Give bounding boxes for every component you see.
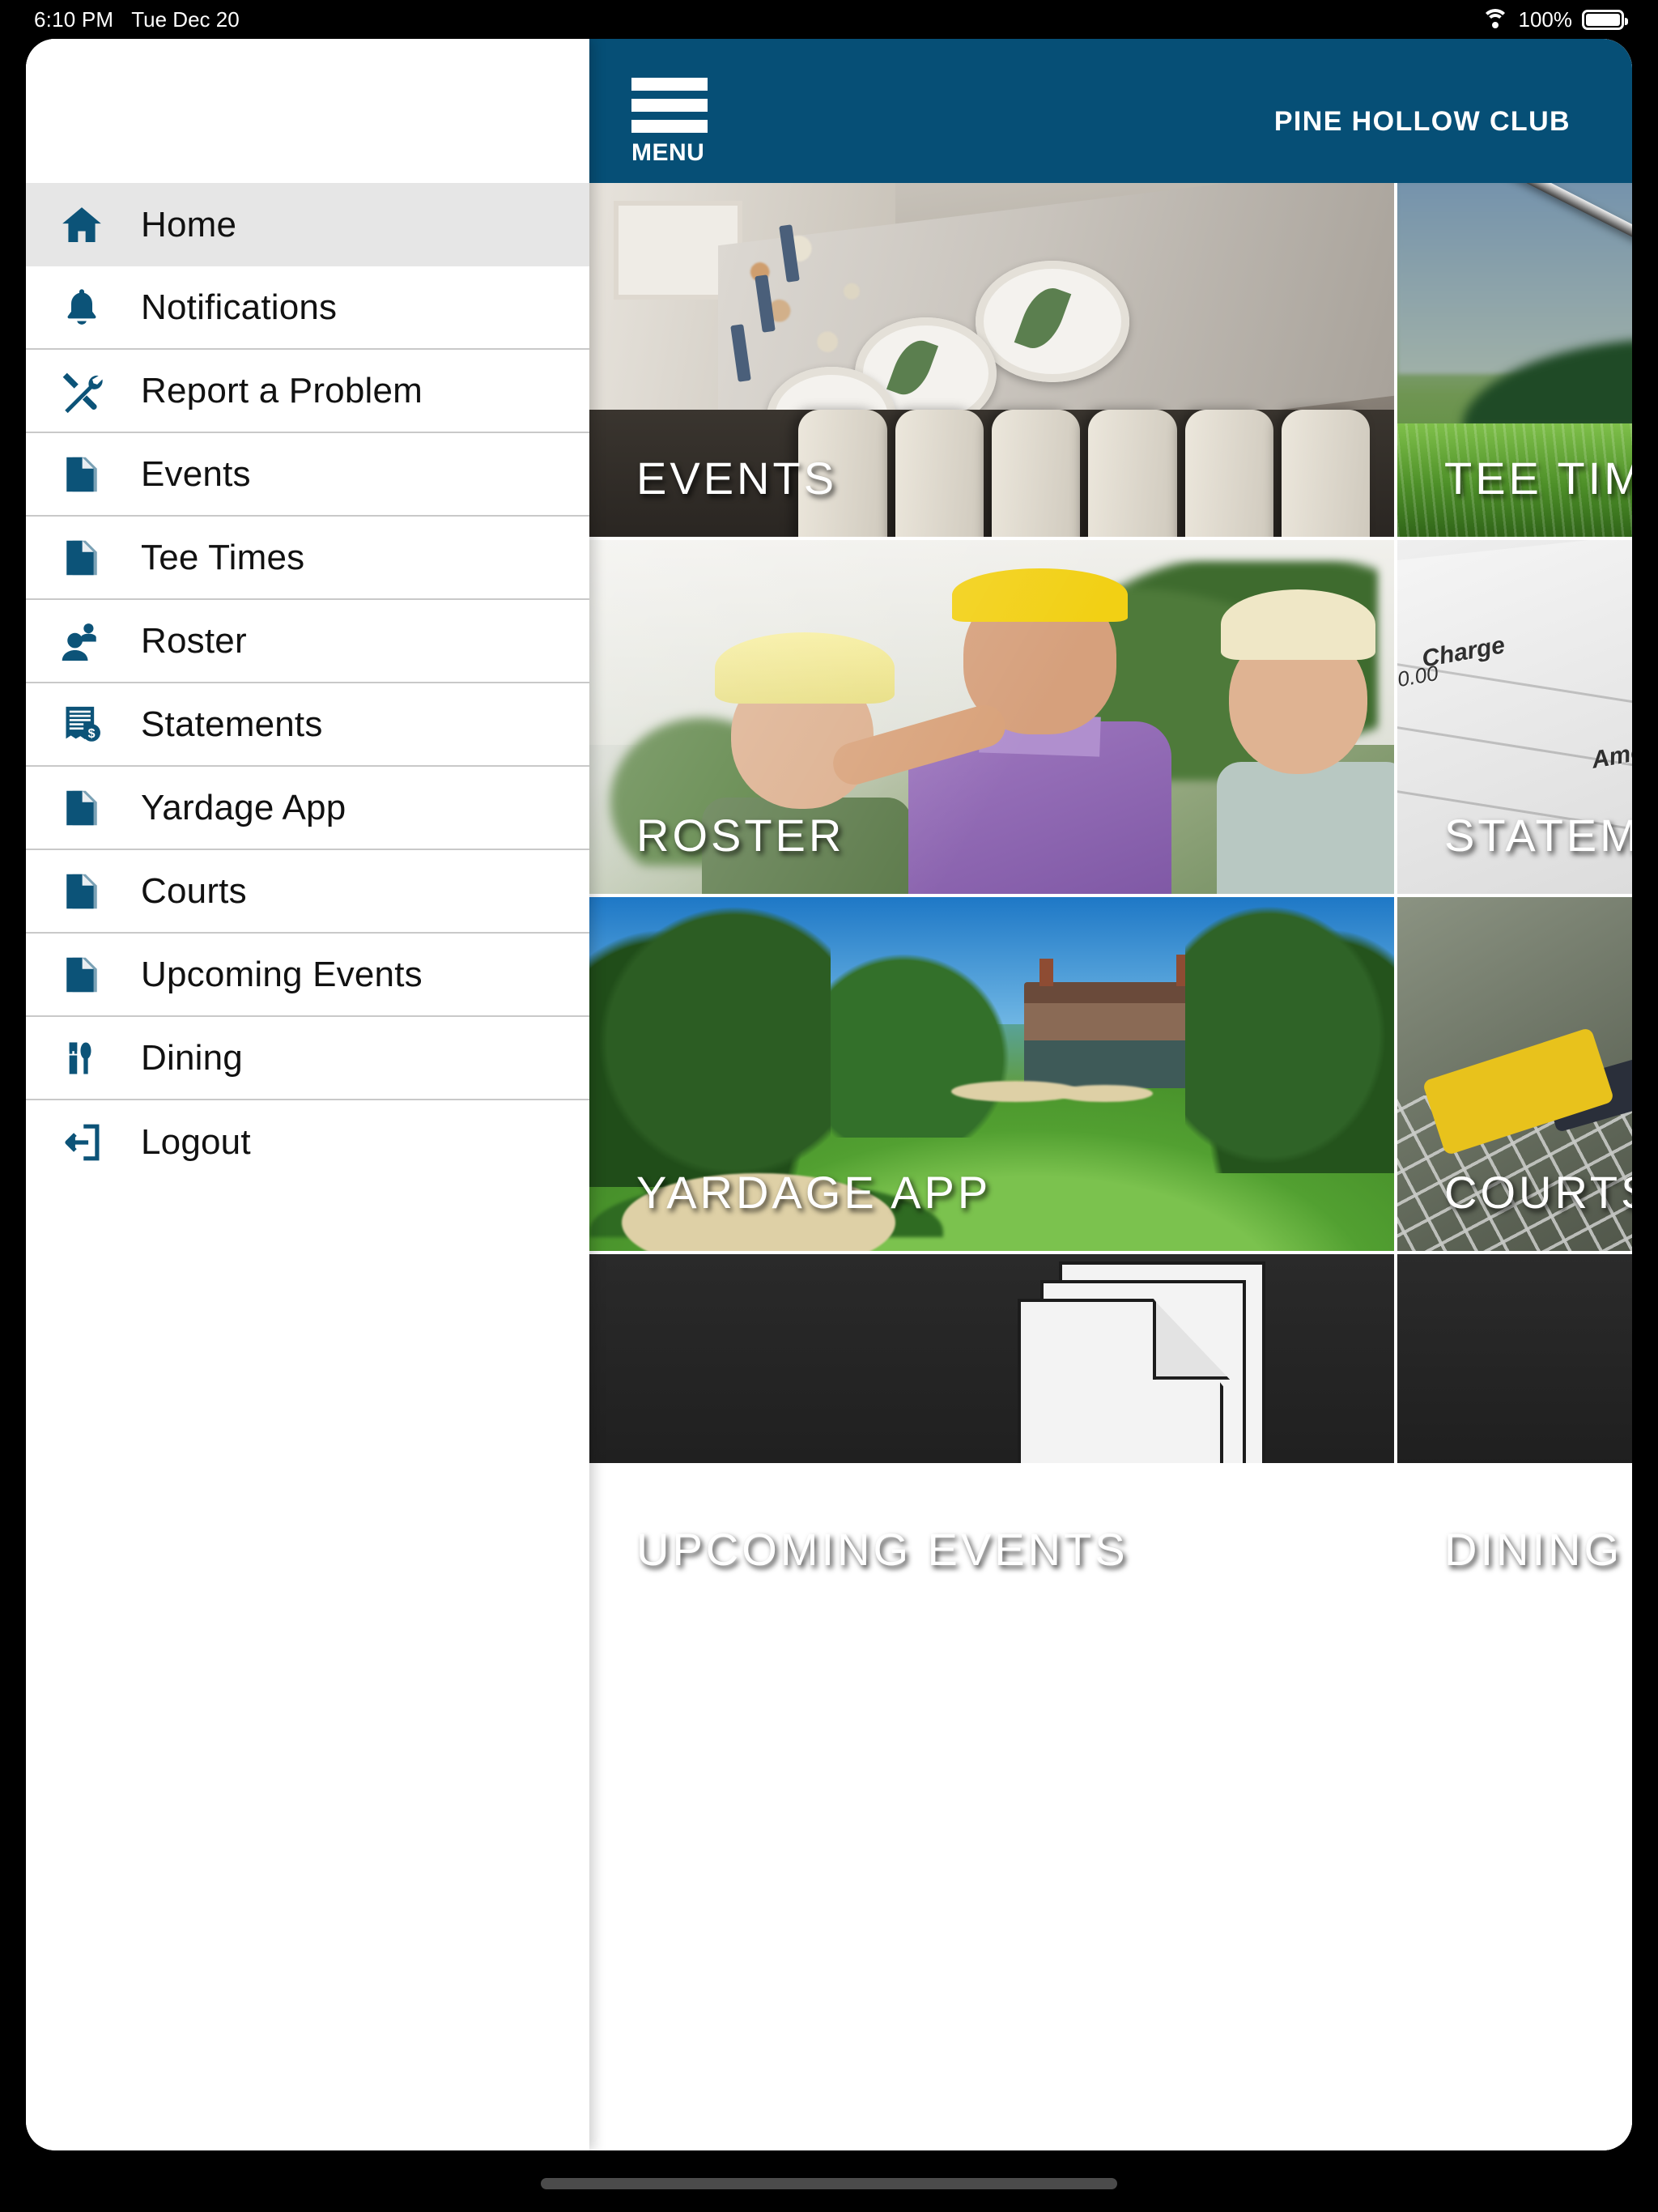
tile-events[interactable]: EVENTS bbox=[589, 183, 1394, 537]
sidebar-item-label: Dining bbox=[141, 1037, 243, 1078]
sidebar-item-label: Courts bbox=[141, 870, 247, 911]
sidebar-item-logout[interactable]: Logout bbox=[26, 1100, 589, 1184]
status-bar-right: 100% bbox=[1481, 6, 1628, 32]
tile-yardage-app[interactable]: YARDAGE APP bbox=[589, 897, 1394, 1251]
document-icon bbox=[58, 868, 105, 915]
tile-label: EVENTS bbox=[636, 453, 838, 504]
page-title: PINE HOLLOW CLUB bbox=[1273, 106, 1571, 137]
tile-label: YARDAGE APP bbox=[636, 1167, 992, 1218]
home-icon bbox=[58, 202, 105, 249]
sidebar-item-label: Upcoming Events bbox=[141, 954, 423, 994]
tile-label: ROSTER bbox=[636, 810, 845, 861]
dashboard-tile-grid: EVENTS TEE TIMES bbox=[589, 183, 1632, 1608]
main-content: MENU PINE HOLLOW CLUB EVENTS TEE TIM ROS… bbox=[589, 39, 1632, 2150]
svg-text:$: $ bbox=[88, 725, 96, 740]
logout-icon bbox=[58, 1119, 105, 1166]
bell-icon bbox=[58, 284, 105, 331]
sidebar-item-yardage-app[interactable]: Yardage App bbox=[26, 767, 589, 850]
tile-label: TEE TIMES bbox=[1444, 453, 1632, 504]
tile-statements[interactable]: Charge 0.00 Amount Paid $0.00 Amount Pai… bbox=[1397, 540, 1632, 894]
sidebar-item-roster[interactable]: Roster bbox=[26, 600, 589, 683]
invoice-dollar-icon: $ bbox=[58, 701, 105, 748]
sidebar-header-spacer bbox=[26, 39, 589, 183]
sidebar-item-label: Events bbox=[141, 453, 251, 494]
sidebar-item-label: Yardage App bbox=[141, 787, 346, 827]
sidebar-item-upcoming-events[interactable]: Upcoming Events bbox=[26, 934, 589, 1017]
hamburger-bar bbox=[631, 120, 708, 133]
sidebar-item-label: Notifications bbox=[141, 287, 338, 327]
fork-knife-icon bbox=[58, 1035, 105, 1082]
tile-label: STATEMENTS bbox=[1444, 810, 1632, 861]
wifi-icon bbox=[1481, 9, 1509, 30]
document-icon bbox=[58, 534, 105, 581]
hamburger-bar bbox=[631, 99, 708, 112]
menu-label: MENU bbox=[631, 139, 705, 166]
sidebar-item-label: Home bbox=[141, 204, 237, 245]
hamburger-menu-icon[interactable]: MENU bbox=[631, 78, 709, 165]
tile-label: UPCOMING EVENTS bbox=[636, 1524, 1129, 1575]
tile-courts[interactable]: COURTS bbox=[1397, 897, 1632, 1251]
battery-full-icon bbox=[1582, 9, 1628, 30]
app-screen: Home Notifications Report a Problem Even… bbox=[26, 39, 1632, 2150]
sidebar-item-label: Logout bbox=[141, 1121, 251, 1162]
sidebar-item-report-a-problem[interactable]: Report a Problem bbox=[26, 350, 589, 433]
document-icon bbox=[58, 951, 105, 998]
home-indicator[interactable] bbox=[541, 2178, 1117, 2189]
tools-icon bbox=[58, 368, 105, 415]
sidebar-item-label: Roster bbox=[141, 620, 247, 661]
sidebar-item-courts[interactable]: Courts bbox=[26, 850, 589, 934]
sidebar-item-label: Tee Times bbox=[141, 537, 305, 577]
sidebar-item-label: Report a Problem bbox=[141, 370, 423, 410]
battery-percent-label: 100% bbox=[1518, 6, 1573, 32]
tile-label: COURTS bbox=[1444, 1167, 1632, 1218]
status-bar-date: Tue Dec 20 bbox=[131, 6, 240, 32]
sidebar-item-events[interactable]: Events bbox=[26, 433, 589, 517]
sidebar-item-home[interactable]: Home bbox=[26, 183, 589, 266]
tile-tee-times[interactable]: TEE TIMES bbox=[1397, 183, 1632, 537]
sidebar-item-statements[interactable]: $ Statements bbox=[26, 683, 589, 767]
document-icon bbox=[58, 451, 105, 498]
sidebar-item-tee-times[interactable]: Tee Times bbox=[26, 517, 589, 600]
app-header: MENU PINE HOLLOW CLUB bbox=[589, 39, 1632, 183]
status-bar-left: 6:10 PM Tue Dec 20 bbox=[34, 7, 240, 32]
sidebar-item-label: Statements bbox=[141, 704, 323, 744]
document-icon bbox=[58, 785, 105, 832]
status-bar: 6:10 PM Tue Dec 20 100% bbox=[0, 0, 1658, 39]
status-bar-time: 6:10 PM bbox=[34, 6, 114, 32]
sidebar-nav: Home Notifications Report a Problem Even… bbox=[26, 39, 589, 2150]
people-icon bbox=[58, 618, 105, 665]
sidebar-item-notifications[interactable]: Notifications bbox=[26, 266, 589, 350]
sidebar-item-dining[interactable]: Dining bbox=[26, 1017, 589, 1100]
tile-roster[interactable]: ROSTER bbox=[589, 540, 1394, 894]
hamburger-bar bbox=[631, 78, 708, 91]
tile-label: DINING bbox=[1444, 1524, 1622, 1575]
